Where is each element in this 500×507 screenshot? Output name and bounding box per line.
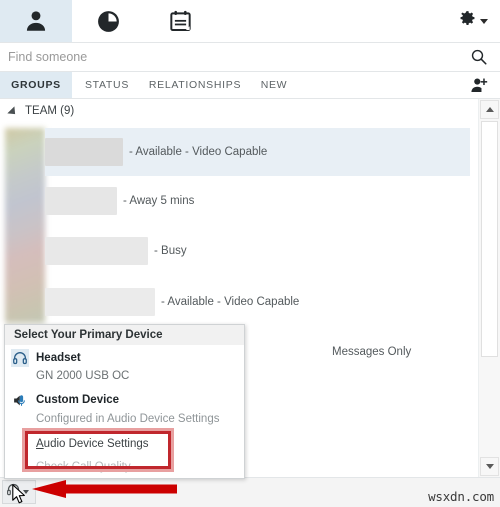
headset-icon bbox=[11, 349, 29, 367]
tab-new[interactable]: NEW bbox=[250, 72, 298, 98]
contact-list-scrollbar[interactable] bbox=[478, 99, 500, 477]
contact-name-redacted bbox=[45, 288, 155, 316]
contact-status: - Available - Video Capable bbox=[161, 296, 300, 308]
settings-button[interactable] bbox=[459, 0, 492, 42]
primary-device-menu: Select Your Primary Device Headset GN 20… bbox=[4, 324, 245, 479]
search-bar bbox=[0, 43, 500, 72]
menu-item-check-call-quality: Check Call Quality bbox=[36, 461, 131, 473]
contact-name-redacted bbox=[45, 237, 148, 265]
contact-status: Messages Only bbox=[332, 346, 412, 358]
contact-status: - Available - Video Capable bbox=[129, 146, 268, 158]
add-contact-icon[interactable] bbox=[470, 76, 489, 100]
contact-row[interactable]: - Available - Video Capable bbox=[45, 278, 470, 326]
menu-item-headset[interactable]: Headset bbox=[5, 347, 244, 369]
watermark: wsxdn.com bbox=[428, 489, 494, 504]
scrollbar-thumb[interactable] bbox=[481, 121, 498, 357]
nav-tab-contacts[interactable] bbox=[0, 0, 72, 42]
calendar-icon bbox=[168, 9, 193, 34]
contact-row[interactable]: - Available - Video Capable bbox=[45, 128, 470, 176]
person-icon bbox=[23, 8, 49, 34]
search-input[interactable] bbox=[8, 43, 448, 71]
contact-row[interactable]: - Away 5 mins bbox=[45, 177, 470, 225]
tab-groups[interactable]: GROUPS bbox=[0, 72, 72, 98]
chevron-expanded-icon bbox=[7, 105, 19, 118]
menu-item-audio-device-settings[interactable]: Audio Device Settings bbox=[36, 438, 149, 450]
headset-model: GN 2000 USB OC bbox=[36, 370, 130, 382]
clock-icon bbox=[96, 9, 121, 34]
group-label: TEAM (9) bbox=[25, 104, 75, 117]
menu-title: Select Your Primary Device bbox=[5, 325, 244, 345]
contact-name-redacted bbox=[45, 138, 123, 166]
primary-device-button[interactable] bbox=[2, 480, 36, 504]
nav-tab-conversations[interactable] bbox=[72, 0, 144, 42]
menu-item-label: Headset bbox=[36, 352, 81, 364]
contact-status: - Away 5 mins bbox=[123, 195, 195, 207]
custom-device-sublabel: Configured in Audio Device Settings bbox=[36, 413, 220, 425]
triangle-up bbox=[485, 107, 494, 112]
menu-item-custom-device[interactable]: Custom Device bbox=[5, 389, 244, 411]
contacts-tab-strip: GROUPS STATUS RELATIONSHIPS NEW bbox=[0, 72, 500, 99]
menu-item-label-rest: udio Device Settings bbox=[43, 438, 149, 450]
chevron-down-icon bbox=[23, 490, 29, 494]
contact-name-redacted bbox=[45, 187, 117, 215]
top-nav-bar bbox=[0, 0, 500, 43]
triangle-down bbox=[485, 464, 494, 469]
nav-tab-meetings[interactable] bbox=[144, 0, 216, 42]
search-icon[interactable] bbox=[470, 48, 488, 71]
headset-icon bbox=[6, 482, 21, 502]
skype-for-business-window: GROUPS STATUS RELATIONSHIPS NEW TEAM (9)… bbox=[0, 0, 500, 507]
contact-row[interactable]: - Busy bbox=[45, 227, 470, 275]
scroll-up-icon[interactable] bbox=[480, 100, 499, 119]
contact-avatars bbox=[5, 128, 45, 323]
status-bar: wsxdn.com bbox=[0, 477, 500, 507]
scroll-down-icon[interactable] bbox=[480, 457, 499, 476]
speaker-mic-icon bbox=[11, 391, 29, 409]
group-header-team[interactable]: TEAM (9) bbox=[0, 99, 470, 122]
accel-letter: A bbox=[36, 438, 44, 450]
chevron-down-icon bbox=[480, 18, 488, 24]
tab-status[interactable]: STATUS bbox=[76, 72, 138, 98]
tab-relationships[interactable]: RELATIONSHIPS bbox=[140, 72, 250, 98]
contact-status: - Busy bbox=[154, 245, 187, 257]
menu-item-label: Custom Device bbox=[36, 394, 120, 406]
gear-icon bbox=[459, 10, 476, 32]
